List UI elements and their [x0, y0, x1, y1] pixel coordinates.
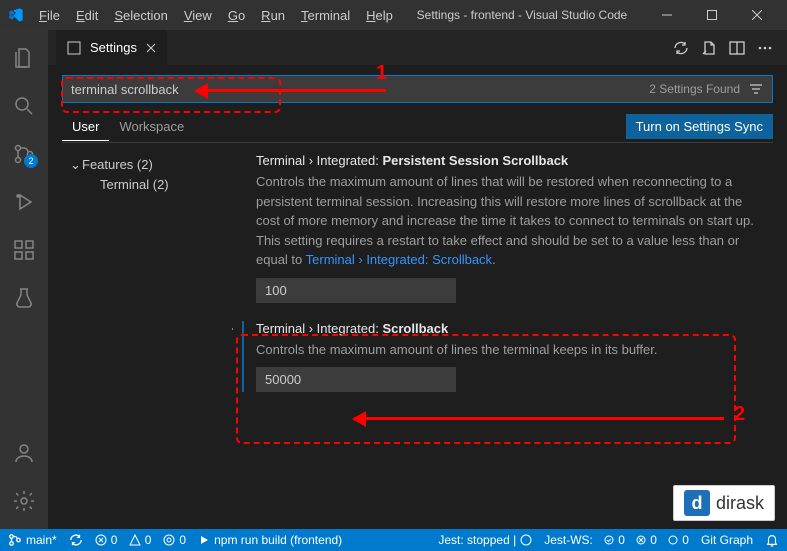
menu-run[interactable]: Run [254, 4, 292, 27]
status-git-graph[interactable]: Git Graph [701, 533, 753, 547]
input-persistent-scrollback[interactable] [256, 278, 456, 303]
setting-persistent-session-scrollback: Terminal › Integrated: Persistent Sessio… [242, 153, 769, 303]
tab-close-icon[interactable] [145, 42, 157, 54]
status-bar: main* 0 0 0 npm run build (frontend) Jes… [0, 529, 787, 551]
close-button[interactable] [734, 0, 779, 30]
activity-bar: 2 [0, 30, 48, 529]
accounts-icon[interactable] [0, 433, 48, 473]
refresh-icon[interactable] [673, 40, 689, 56]
menu-terminal[interactable]: Terminal [294, 4, 357, 27]
minimize-button[interactable] [644, 0, 689, 30]
testing-icon[interactable] [0, 278, 48, 318]
editor-area: Settings 2 Settings Found User Workspace… [48, 30, 787, 529]
open-json-icon[interactable] [701, 40, 717, 56]
input-scrollback[interactable] [256, 367, 456, 392]
scope-user[interactable]: User [62, 113, 109, 141]
menu-selection[interactable]: Selection [107, 4, 174, 27]
settings-search-input[interactable] [71, 82, 649, 97]
search-results-count: 2 Settings Found [649, 82, 740, 96]
editor-actions [673, 40, 779, 56]
filter-icon[interactable] [748, 81, 764, 97]
setting-gear-icon[interactable] [232, 321, 234, 337]
scope-bar: User Workspace Turn on Settings Sync [62, 111, 773, 143]
dirask-logo-icon: d [684, 490, 710, 516]
manage-gear-icon[interactable] [0, 481, 48, 521]
status-sync[interactable] [69, 533, 83, 547]
menu-file[interactable]: File [32, 4, 67, 27]
toc-terminal[interactable]: Terminal (2) [62, 175, 232, 194]
menu-go[interactable]: Go [221, 4, 252, 27]
status-problems[interactable]: 0 0 [95, 533, 152, 547]
settings-list: Terminal › Integrated: Persistent Sessio… [232, 153, 773, 529]
split-editor-icon[interactable] [729, 40, 745, 56]
run-debug-icon[interactable] [0, 182, 48, 222]
menu-view[interactable]: View [177, 4, 219, 27]
vscode-logo-icon [8, 7, 24, 23]
settings-sync-button[interactable]: Turn on Settings Sync [626, 114, 773, 139]
status-jest-ws[interactable]: Jest-WS: 0 0 0 [544, 533, 689, 547]
setting-scrollback: Terminal › Integrated: Scrollback Contro… [242, 321, 769, 393]
status-ports[interactable]: 0 [163, 533, 186, 547]
window-title: Settings - frontend - Visual Studio Code [400, 8, 644, 22]
more-actions-icon[interactable] [757, 40, 773, 56]
explorer-icon[interactable] [0, 38, 48, 78]
search-icon[interactable] [0, 86, 48, 126]
modified-indicator [242, 321, 244, 393]
menu-help[interactable]: Help [359, 4, 400, 27]
status-branch[interactable]: main* [8, 533, 57, 547]
app-menu: File Edit Selection View Go Run Terminal… [32, 4, 400, 27]
tab-bar: Settings [48, 30, 787, 65]
chevron-down-icon: ⌄ [70, 157, 82, 173]
extensions-icon[interactable] [0, 230, 48, 270]
settings-search[interactable]: 2 Settings Found [62, 75, 773, 103]
source-control-badge: 2 [24, 154, 38, 168]
toc-features[interactable]: ⌄Features (2) [62, 155, 232, 175]
status-bell-icon[interactable] [765, 533, 779, 547]
status-task[interactable]: npm run build (frontend) [198, 533, 342, 547]
tab-label: Settings [90, 40, 137, 55]
settings-tab-icon [66, 40, 82, 56]
window-controls [644, 0, 779, 30]
source-control-icon[interactable]: 2 [0, 134, 48, 174]
dirask-watermark: d dirask [673, 485, 775, 521]
link-scrollback[interactable]: Terminal › Integrated: Scrollback [306, 252, 492, 267]
settings-toc: ⌄Features (2) Terminal (2) [62, 153, 232, 529]
maximize-button[interactable] [689, 0, 734, 30]
scope-workspace[interactable]: Workspace [109, 113, 194, 140]
status-jest[interactable]: Jest: stopped | [438, 533, 532, 547]
tab-settings[interactable]: Settings [56, 30, 167, 65]
titlebar: File Edit Selection View Go Run Terminal… [0, 0, 787, 30]
menu-edit[interactable]: Edit [69, 4, 105, 27]
